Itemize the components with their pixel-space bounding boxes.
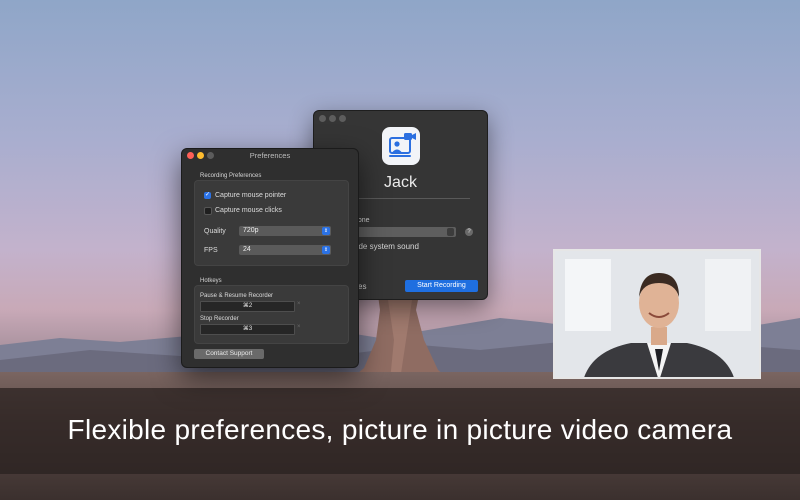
camera-app-icon — [382, 127, 420, 165]
fps-label: FPS — [204, 247, 218, 254]
webcam-pip[interactable] — [553, 249, 761, 379]
system-sound-label[interactable]: ude system sound — [354, 242, 419, 251]
fps-value: 24 — [243, 246, 251, 253]
capture-clicks-label: Capture mouse clicks — [215, 207, 282, 214]
help-icon[interactable]: ? — [465, 228, 473, 236]
pause-resume-hotkey-field[interactable]: ⌘2 — [200, 301, 295, 312]
stop-recorder-label: Stop Recorder — [200, 316, 239, 322]
pause-resume-label: Pause & Resume Recorder — [200, 293, 274, 299]
window-zoom-button[interactable] — [339, 115, 346, 122]
fps-select[interactable]: 24 ⇕ — [239, 245, 331, 255]
chevron-updown-icon — [447, 228, 454, 236]
capture-pointer-label: Capture mouse pointer — [215, 192, 287, 199]
preferences-window: Preferences Recording Preferences ✓ Capt… — [181, 148, 359, 368]
window-minimize-button[interactable] — [329, 115, 336, 122]
capture-clicks-checkbox[interactable] — [204, 207, 212, 215]
contact-support-button[interactable]: Contact Support — [194, 349, 264, 359]
quality-select[interactable]: 720p ⇕ — [239, 226, 331, 236]
chevron-updown-icon: ⇕ — [322, 227, 330, 235]
start-recording-button[interactable]: Start Recording — [405, 280, 478, 292]
title-bar: Preferences — [182, 149, 358, 163]
divider — [344, 198, 470, 199]
window-title: Preferences — [249, 151, 291, 160]
quality-value: 720p — [243, 227, 259, 234]
hotkeys-heading: Hotkeys — [200, 278, 222, 284]
capture-pointer-checkbox[interactable]: ✓ — [204, 192, 211, 199]
recording-preferences-heading: Recording Preferences — [200, 173, 262, 179]
clear-icon[interactable]: × — [297, 324, 301, 330]
chevron-updown-icon: ⇕ — [322, 246, 330, 254]
clear-icon[interactable]: × — [297, 301, 301, 307]
stop-recorder-hotkey-field[interactable]: ⌘3 — [200, 324, 295, 335]
webcam-person-image — [555, 251, 759, 377]
quality-label: Quality — [204, 228, 226, 235]
microphone-select[interactable] — [354, 227, 456, 237]
window-close-button[interactable] — [319, 115, 326, 122]
caption-text: Flexible preferences, picture in picture… — [67, 414, 733, 445]
